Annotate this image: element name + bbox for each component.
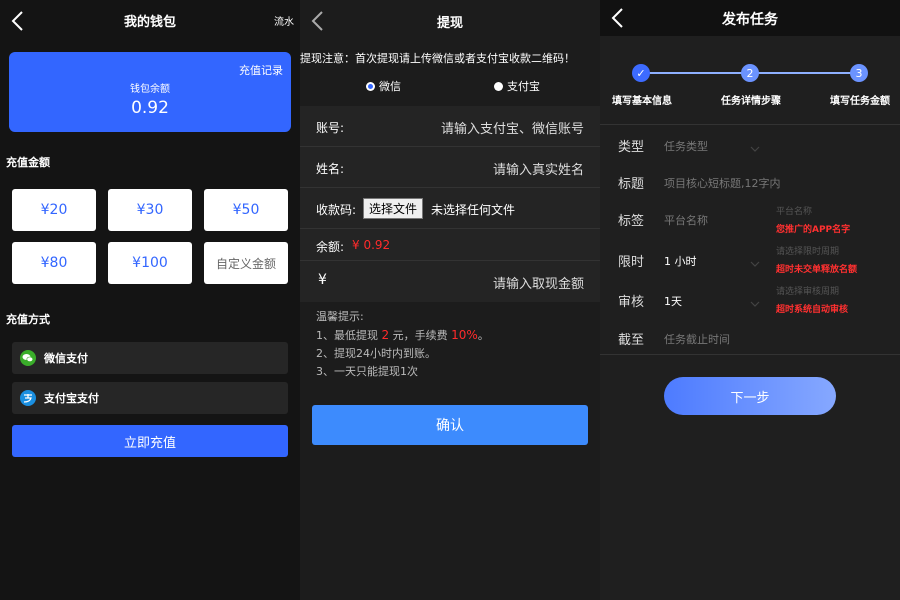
step-3-dot: 3 <box>850 64 868 82</box>
step-2-label: 任务详情步骤 <box>721 96 781 107</box>
limit-label: 限时 <box>618 255 645 270</box>
recharge-now-button[interactable]: 立即充值 <box>12 425 288 457</box>
wechat-radio-label: 微信 <box>379 80 401 93</box>
divider <box>600 124 900 125</box>
headline-input[interactable]: 项目核心短标题,12字内 <box>664 175 781 191</box>
radio-checked-icon <box>366 81 375 91</box>
type-select[interactable]: 任务类型 <box>664 138 708 154</box>
wechat-icon <box>20 350 36 366</box>
qrcode-label: 收款码: <box>316 203 357 217</box>
tips-line: 3、一天只能提现1次 <box>316 365 418 378</box>
choose-file-button[interactable]: 选择文件 <box>363 198 424 219</box>
withdraw-form: 账号: 请输入支付宝、微信账号 姓名: 请输入真实姓名 收款码: 选择文件 未选… <box>300 106 600 302</box>
page-title: 我的钱包 <box>123 15 176 30</box>
account-input[interactable]: 请输入支付宝、微信账号 <box>441 118 584 137</box>
chevron-down-icon <box>750 294 760 307</box>
balance-value: ¥ 0.92 <box>352 238 391 252</box>
amount-option[interactable]: ¥80 <box>12 242 96 284</box>
amount-option[interactable]: ¥30 <box>108 189 192 231</box>
alipay-label: 支付宝支付 <box>44 392 99 405</box>
review-select[interactable]: 1天 <box>664 293 682 309</box>
balance-card: 充值记录 钱包余额 0.92 <box>9 52 291 132</box>
tips-line: 2、提现24小时内到账。 <box>316 347 436 360</box>
account-label: 账号: <box>316 121 345 135</box>
qrcode-row: 收款码: 选择文件 未选择任何文件 <box>300 188 600 229</box>
chevron-down-icon <box>750 254 760 267</box>
review-hint: 请选择审核周期 <box>776 287 840 297</box>
tag-input[interactable]: 平台名称 <box>664 212 708 228</box>
deadline-label: 截至 <box>618 333 645 348</box>
account-row[interactable]: 账号: 请输入支付宝、微信账号 <box>300 106 600 147</box>
withdraw-panel: 提现 提现注意：首次提现请上传微信或者支付宝收款二维码！ 微信 支付宝 账号: … <box>300 0 600 600</box>
page-title: 发布任务 <box>722 12 778 28</box>
radio-unchecked-icon <box>494 81 503 91</box>
balance-row: 余额: ¥ 0.92 <box>300 229 600 261</box>
file-status: 未选择任何文件 <box>431 203 516 217</box>
name-input[interactable]: 请输入真实姓名 <box>493 159 584 178</box>
headline-label: 标题 <box>618 177 645 192</box>
alipay-icon <box>20 390 36 406</box>
alipay-radio-label: 支付宝 <box>507 80 540 93</box>
publish-task-panel: 发布任务 ✓ 2 3 填写基本信息 任务详情步骤 填写任务金额 类型 任务类型 … <box>600 0 900 600</box>
step-2-dot: 2 <box>741 64 759 82</box>
type-label: 类型 <box>618 140 645 155</box>
method-section-label: 充值方式 <box>6 313 50 326</box>
wallet-header: 我的钱包 流水 <box>0 0 300 40</box>
next-step-button[interactable]: 下一步 <box>664 377 836 415</box>
recharge-record-link[interactable]: 充值记录 <box>239 62 283 78</box>
custom-amount-input[interactable]: 自定义金额 <box>204 242 288 284</box>
withdraw-notice: 提现注意：首次提现请上传微信或者支付宝收款二维码！ <box>300 52 575 65</box>
wechat-pay-label: 微信支付 <box>44 352 88 365</box>
amount-input[interactable]: 请输入取现金额 <box>493 273 584 292</box>
balance-label: 余额: <box>316 240 345 254</box>
yen-icon: ¥ <box>318 272 327 288</box>
limit-warning: 超时未交单释放名额 <box>776 265 858 275</box>
tips-heading: 温馨提示: <box>316 310 364 323</box>
tag-label: 标签 <box>618 214 645 229</box>
step-3-label: 填写任务金额 <box>830 96 890 107</box>
name-row[interactable]: 姓名: 请输入真实姓名 <box>300 147 600 188</box>
amount-option[interactable]: ¥20 <box>12 189 96 231</box>
tips-line: 1、最低提现 2 元，手续费 10%。 <box>316 328 489 342</box>
wallet-panel: 我的钱包 流水 充值记录 钱包余额 0.92 充值金额 ¥20 ¥30 ¥50 … <box>0 0 300 600</box>
step-1-check-icon: ✓ <box>632 64 650 82</box>
balance-value: 0.92 <box>131 98 169 118</box>
review-label: 审核 <box>618 295 645 310</box>
chevron-down-icon <box>750 139 760 152</box>
tips-block: 温馨提示: 1、最低提现 2 元，手续费 10%。 2、提现24小时内到账。 3… <box>316 308 489 381</box>
confirm-button[interactable]: 确认 <box>312 405 588 445</box>
tag-warning: 您推广的APP名字 <box>776 225 851 235</box>
balance-label: 钱包余额 <box>130 84 170 95</box>
alipay-radio-option[interactable]: 支付宝 <box>494 78 540 94</box>
wechat-pay-option[interactable]: 微信支付 <box>12 342 288 374</box>
task-header: 发布任务 <box>600 0 900 36</box>
flow-link[interactable]: 流水 <box>274 13 294 28</box>
limit-hint: 请选择限时周期 <box>776 247 840 257</box>
divider <box>600 354 900 355</box>
page-title: 提现 <box>436 16 463 31</box>
step-1-label: 填写基本信息 <box>612 96 672 107</box>
deadline-input[interactable]: 任务截止时间 <box>664 331 730 347</box>
amount-option[interactable]: ¥50 <box>204 189 288 231</box>
name-label: 姓名: <box>316 162 345 176</box>
amount-section-label: 充值金额 <box>6 156 50 169</box>
amount-option[interactable]: ¥100 <box>108 242 192 284</box>
limit-select[interactable]: 1 小时 <box>664 253 697 269</box>
alipay-option[interactable]: 支付宝支付 <box>12 382 288 414</box>
wechat-radio-option[interactable]: 微信 <box>366 78 401 94</box>
tag-hint: 平台名称 <box>776 207 813 217</box>
review-warning: 超时系统自动审核 <box>776 305 849 315</box>
withdraw-amount-row[interactable]: ¥ 请输入取现金额 <box>300 261 600 302</box>
